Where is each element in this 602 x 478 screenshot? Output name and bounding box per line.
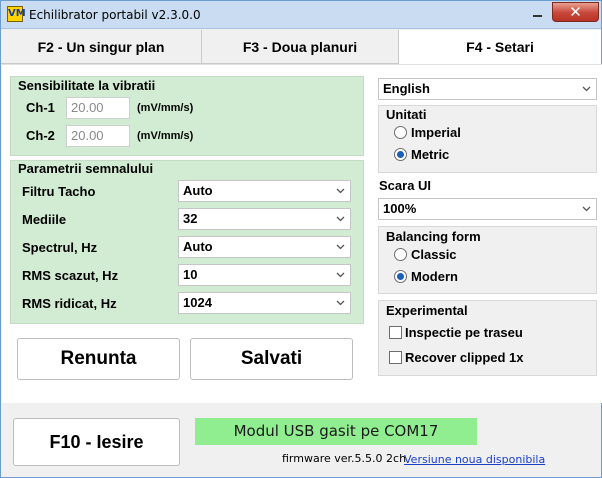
balancing-form-title: Balancing form — [385, 229, 482, 244]
rms-low-label: RMS scazut, Hz — [22, 268, 119, 283]
close-icon: ✕ — [569, 3, 582, 21]
window-title: Echilibrator portabil v2.3.0.0 — [29, 8, 201, 22]
sensitivity-title: Sensibilitate la vibratii — [18, 78, 156, 93]
ch2-unit: (mV/mm/s) — [137, 130, 194, 142]
chevron-down-icon — [335, 297, 346, 308]
ch2-sensitivity-input[interactable]: 20.00 — [66, 125, 130, 147]
ch2-label: Ch-2 — [26, 128, 55, 143]
signal-params-title: Parametrii semnalului — [18, 161, 154, 176]
radio-metric[interactable] — [394, 148, 407, 161]
tab-two-planes[interactable]: F3 - Doua planuri — [202, 30, 399, 64]
spectrum-value: Auto — [183, 239, 213, 254]
tacho-filter-value: Auto — [183, 183, 213, 198]
chevron-down-icon — [581, 203, 592, 214]
experimental-title: Experimental — [385, 303, 469, 318]
close-button[interactable]: ✕ — [552, 2, 599, 22]
exit-button[interactable]: F10 - Iesire — [13, 418, 180, 466]
rms-low-select[interactable]: 10 — [178, 264, 351, 286]
spectrum-label: Spectrul, Hz — [22, 240, 98, 255]
ui-scale-value: 100% — [383, 201, 417, 216]
chevron-down-icon — [335, 269, 346, 280]
rms-low-value: 10 — [183, 267, 198, 282]
update-available-link[interactable]: Versiune noua disponibila — [404, 453, 545, 466]
chevron-down-icon — [335, 213, 346, 224]
ch1-sensitivity-input[interactable]: 20.00 — [66, 97, 130, 119]
rms-high-select[interactable]: 1024 — [178, 292, 351, 314]
language-select[interactable]: English — [378, 78, 597, 100]
route-inspection-label[interactable]: Inspectie pe traseu — [405, 325, 523, 340]
averages-label: Mediile — [22, 212, 67, 227]
ui-scale-label: Scara UI — [379, 178, 432, 193]
tab-settings[interactable]: F4 - Setari — [399, 30, 601, 66]
rms-high-label: RMS ridicat, Hz — [22, 296, 117, 311]
chevron-down-icon — [335, 185, 346, 196]
save-button[interactable]: Salvati — [190, 338, 353, 380]
ch1-label: Ch-1 — [26, 100, 55, 115]
averages-select[interactable]: 32 — [178, 208, 351, 230]
averages-value: 32 — [183, 211, 198, 226]
minimize-button[interactable] — [525, 4, 551, 22]
chevron-down-icon — [581, 83, 592, 94]
app-window: VM Echilibrator portabil v2.3.0.0 ✕ F2 -… — [0, 0, 602, 478]
tacho-filter-label: Filtru Tacho — [22, 184, 96, 199]
chevron-down-icon — [335, 241, 346, 252]
radio-imperial[interactable] — [394, 126, 407, 139]
ui-scale-select[interactable]: 100% — [378, 198, 597, 220]
metric-label[interactable]: Metric — [411, 147, 449, 162]
checkbox-recover-clipped[interactable] — [389, 351, 402, 364]
language-value: English — [383, 81, 430, 96]
tacho-filter-select[interactable]: Auto — [178, 180, 351, 202]
units-title: Unitati — [385, 107, 428, 122]
recover-clipped-label[interactable]: Recover clipped 1x — [405, 350, 524, 365]
radio-classic[interactable] — [394, 248, 407, 261]
rms-high-value: 1024 — [183, 295, 212, 310]
modern-label[interactable]: Modern — [411, 269, 458, 284]
tab-single-plane[interactable]: F2 - Un singur plan — [1, 30, 202, 64]
firmware-version: firmware ver.5.5.0 2ch — [282, 452, 407, 465]
spectrum-select[interactable]: Auto — [178, 236, 351, 258]
ch1-unit: (mV/mm/s) — [137, 102, 194, 114]
connection-status: Modul USB gasit pe COM17 — [195, 418, 477, 445]
title-bar[interactable]: VM Echilibrator portabil v2.3.0.0 ✕ — [1, 1, 601, 29]
imperial-label[interactable]: Imperial — [411, 125, 461, 140]
radio-modern[interactable] — [394, 270, 407, 283]
classic-label[interactable]: Classic — [411, 247, 457, 262]
cancel-button[interactable]: Renunta — [17, 338, 180, 380]
checkbox-route-inspection[interactable] — [389, 326, 402, 339]
app-logo-icon: VM — [7, 6, 26, 22]
